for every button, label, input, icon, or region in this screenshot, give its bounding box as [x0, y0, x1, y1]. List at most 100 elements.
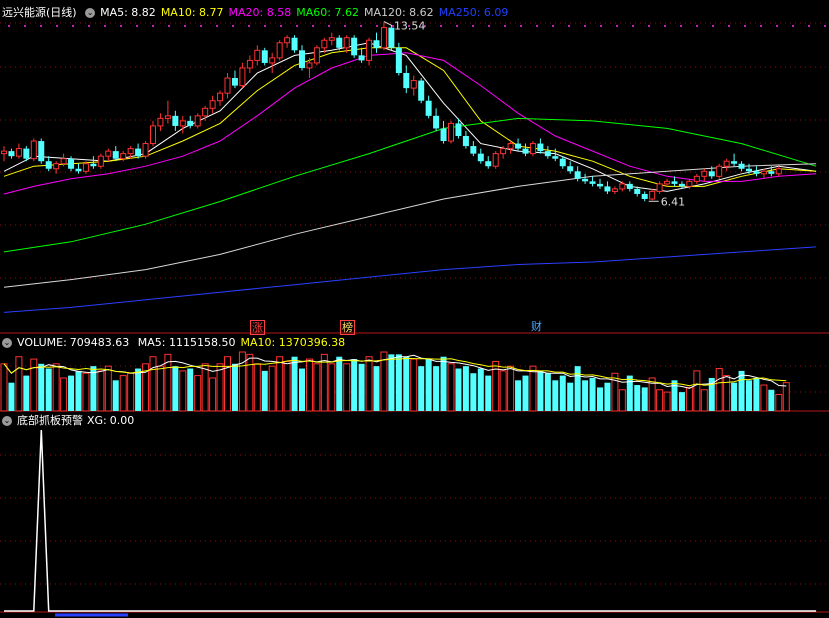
- volume-bar: [746, 380, 752, 411]
- main-panel-header: 远兴能源(日线) ⌄ MA5: 8.82 MA10: 8.77 MA20: 8.58 M…: [2, 5, 518, 21]
- candle-body: [112, 151, 119, 159]
- volume-bar: [470, 373, 477, 411]
- volume-bar: [299, 368, 305, 411]
- indicator-ma60: MA60: 7.62: [296, 6, 359, 19]
- event-marker-rank[interactable]: 榜: [340, 320, 355, 335]
- candle-body: [664, 180, 671, 185]
- volume-bar: [425, 359, 432, 411]
- volume-bar: [499, 370, 507, 412]
- indicator-ma5: MA5: 8.82: [100, 6, 156, 19]
- candle-body: [38, 141, 45, 162]
- candle-body: [529, 143, 536, 155]
- volume-bar: [104, 365, 112, 412]
- candle-body: [544, 151, 551, 157]
- volume-bar: [82, 372, 90, 412]
- volume-bar: [567, 382, 574, 411]
- candle-body: [448, 122, 454, 142]
- indicator-ma20: MA20: 8.58: [228, 6, 292, 19]
- volume-bar: [0, 363, 8, 412]
- volume-bar: [708, 377, 715, 411]
- event-marker-limit-up[interactable]: 涨: [250, 320, 265, 335]
- volume-bar: [559, 375, 566, 411]
- volume-bar: [60, 377, 68, 412]
- volume-bar: [23, 375, 30, 411]
- candle-body: [313, 47, 320, 64]
- volume-bar: [380, 351, 388, 412]
- candle-body: [179, 120, 186, 127]
- volume-bar: [119, 375, 127, 412]
- candle-body: [239, 67, 246, 87]
- collapse-icon[interactable]: ⌄: [85, 8, 96, 18]
- volume-bar: [537, 370, 544, 411]
- candle-body: [418, 80, 425, 101]
- volume-bar: [604, 382, 611, 411]
- candle-body: [299, 50, 305, 68]
- volume-bar: [135, 368, 142, 411]
- candle-body: [433, 115, 440, 129]
- volume-bar: [597, 387, 603, 411]
- candle-body: [321, 39, 328, 49]
- candle-body: [23, 148, 30, 159]
- candle-body: [1, 150, 7, 155]
- candle-body: [440, 128, 447, 142]
- candle-body: [597, 183, 603, 187]
- collapse-icon[interactable]: ⌄: [2, 416, 12, 426]
- volume-bar: [440, 356, 447, 411]
- candle-body: [60, 158, 67, 165]
- volume-bar: [589, 377, 596, 411]
- candle-body: [127, 148, 134, 155]
- signal-indicator-label: XG:: [87, 414, 107, 427]
- volume-bar: [462, 366, 469, 411]
- candle-body: [231, 78, 238, 86]
- ma-line-ma250: [3, 246, 817, 313]
- volume-bar: [45, 368, 52, 411]
- volume-bar: [485, 375, 492, 411]
- candle-body: [45, 161, 52, 169]
- volume-bar: [582, 380, 589, 411]
- candle-body: [574, 171, 581, 179]
- stock-name: 远兴能源: [2, 6, 46, 19]
- candle-body: [269, 57, 276, 64]
- candle-body: [738, 163, 745, 169]
- volume-bar: [574, 366, 581, 411]
- candle-body: [187, 120, 194, 126]
- candle-body: [328, 37, 335, 41]
- volume-bar: [403, 356, 410, 411]
- candle-body: [425, 100, 432, 116]
- volume-bar: [127, 372, 135, 412]
- volume-bar: [738, 370, 745, 411]
- volume-bar: [320, 353, 328, 412]
- candle-body: [157, 117, 164, 127]
- candle-body: [731, 161, 738, 164]
- volume-bar: [656, 389, 664, 412]
- volume-bar: [358, 363, 365, 411]
- candle-body: [723, 160, 730, 167]
- candle-body: [634, 188, 641, 194]
- candle-body: [336, 37, 343, 48]
- candle-body: [284, 37, 291, 44]
- candle-body: [567, 166, 574, 172]
- signal-panel-header: ⌄ 底部抓板预警 XG: 0.00: [2, 413, 139, 429]
- candle-body: [470, 146, 477, 154]
- candle-body: [8, 151, 15, 157]
- collapse-icon[interactable]: ⌄: [2, 338, 12, 348]
- volume-bar: [246, 353, 254, 412]
- candle-body: [462, 136, 469, 147]
- candle-body: [552, 156, 559, 159]
- candle-body: [291, 37, 298, 51]
- event-marker-finance[interactable]: 财: [530, 320, 543, 333]
- candle-body: [30, 140, 37, 160]
- volume-bar: [641, 387, 648, 411]
- volume-bar: [343, 363, 351, 412]
- volume-indicator-ma10: MA10: 1370396.38: [240, 336, 346, 349]
- candle-body: [380, 27, 387, 49]
- volume-bar: [507, 365, 515, 412]
- volume-bar: [68, 375, 75, 411]
- indicator-ma120: MA120: 8.62: [363, 6, 434, 19]
- volume-bar: [522, 375, 529, 411]
- candle-body: [619, 183, 626, 190]
- volume-bar: [30, 358, 38, 412]
- volume-bar: [418, 366, 425, 411]
- volume-bar: [283, 360, 291, 412]
- volume-bar: [291, 356, 298, 411]
